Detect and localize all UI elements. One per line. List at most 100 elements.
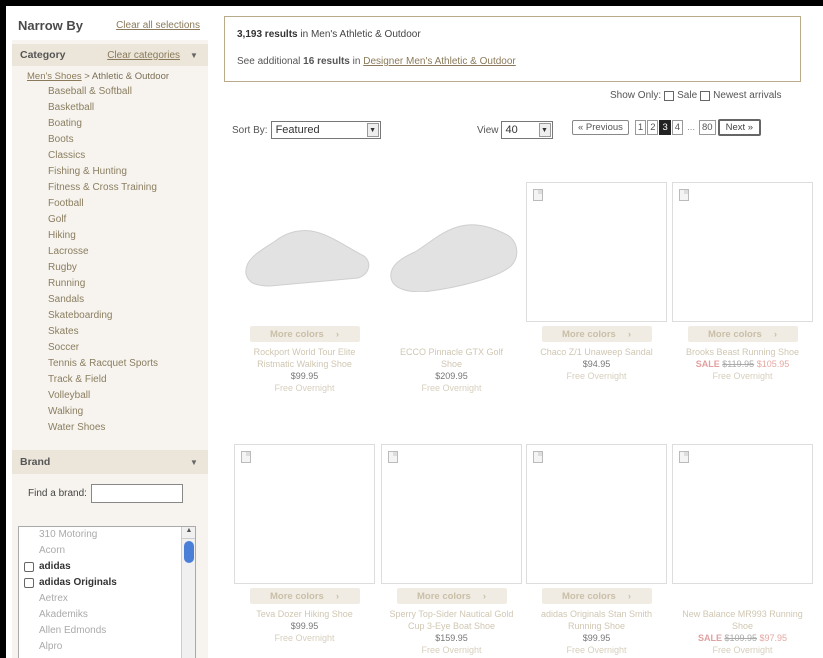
product-name-link[interactable]: New Balance MR993 Running Shoe <box>672 608 813 632</box>
product-image[interactable] <box>381 444 522 584</box>
results-summary: 3,193 results in Men's Athletic & Outdoo… <box>224 16 801 82</box>
newest-arrivals-label: Newest arrivals <box>713 90 782 101</box>
brand-title: Brand <box>20 456 51 468</box>
brand-item[interactable]: 310 Motoring <box>19 527 195 543</box>
brand-header: Brand ▼ <box>12 450 208 474</box>
clear-categories-link[interactable]: Clear categories <box>107 50 180 61</box>
page-number-button[interactable]: 4 <box>671 120 684 135</box>
page-number-button[interactable]: 3 <box>659 120 671 135</box>
sort-by-select[interactable]: Featured ▼ <box>270 121 381 139</box>
category-item[interactable]: Football <box>48 196 208 212</box>
product-card: ECCO Pinnacle GTX Golf Shoe $209.95 Free O… <box>381 182 522 394</box>
product-image[interactable] <box>672 182 813 322</box>
brand-item[interactable]: adidas <box>19 559 195 575</box>
product-image[interactable] <box>234 182 375 322</box>
brand-collapse-icon[interactable]: ▼ <box>188 456 200 468</box>
category-item[interactable]: Fishing & Hunting <box>48 164 208 180</box>
broken-image-icon <box>679 189 689 201</box>
previous-page-button[interactable]: « Previous <box>572 120 629 135</box>
category-item[interactable]: Boots <box>48 132 208 148</box>
category-item[interactable]: Skateboarding <box>48 308 208 324</box>
category-item[interactable]: Running <box>48 276 208 292</box>
product-name-link[interactable]: Teva Dozer Hiking Shoe <box>234 608 375 620</box>
product-image[interactable] <box>672 444 813 584</box>
breadcrumb-mens-shoes-link[interactable]: Men's Shoes <box>27 71 82 82</box>
brand-item[interactable]: adidas Originals <box>19 575 195 591</box>
product-name-link[interactable]: Sperry Top-Sider Nautical Gold Cup 3-Eye… <box>381 608 522 632</box>
shipping-note: Free Overnight <box>712 371 773 381</box>
category-breadcrumb: Men's Shoes > Athletic & Outdoor <box>12 66 208 84</box>
brand-label: Akademiks <box>39 609 88 620</box>
product-name-link[interactable]: adidas Originals Stan Smith Running Shoe <box>526 608 667 632</box>
category-item[interactable]: Lacrosse <box>48 244 208 260</box>
category-item[interactable]: Walking <box>48 404 208 420</box>
product-name-link[interactable]: ECCO Pinnacle GTX Golf Shoe <box>381 346 522 370</box>
view-select[interactable]: 40 ▼ <box>500 121 553 139</box>
more-colors-button[interactable]: More colors › <box>249 326 360 342</box>
product-image[interactable] <box>234 444 375 584</box>
brand-checkbox[interactable] <box>24 562 34 572</box>
category-item[interactable]: Hiking <box>48 228 208 244</box>
page-number-button[interactable]: 2 <box>647 120 659 135</box>
more-colors-button[interactable]: More colors › <box>541 588 652 604</box>
sale-price: $105.95 <box>756 359 790 369</box>
shoe-image[interactable] <box>387 212 519 292</box>
category-item[interactable]: Water Shoes <box>48 420 208 436</box>
product-name-link[interactable]: Chaco Z/1 Unaweep Sandal <box>526 346 667 358</box>
category-item[interactable]: Rugby <box>48 260 208 276</box>
shoe-image[interactable] <box>240 212 372 292</box>
brand-item[interactable]: Aetrex <box>19 591 195 607</box>
brand-checkbox[interactable] <box>24 578 34 588</box>
next-page-button[interactable]: Next » <box>717 119 762 136</box>
more-colors-button[interactable]: More colors › <box>249 588 360 604</box>
sale-checkbox[interactable] <box>664 90 675 101</box>
category-collapse-icon[interactable]: ▼ <box>188 49 200 61</box>
category-item[interactable]: Volleyball <box>48 388 208 404</box>
brand-item[interactable]: Acorn <box>19 543 195 559</box>
category-item[interactable]: Sandals <box>48 292 208 308</box>
product-image[interactable] <box>381 182 522 322</box>
category-item[interactable]: Basketball <box>48 100 208 116</box>
chevron-right-icon: › <box>627 590 632 602</box>
last-page-button[interactable]: 80 <box>699 120 716 135</box>
scroll-thumb[interactable] <box>184 541 194 563</box>
product-price: $94.95 <box>582 359 611 369</box>
category-item[interactable]: Boating <box>48 116 208 132</box>
brand-item[interactable]: Alpro <box>19 639 195 655</box>
more-colors-button[interactable]: More colors › <box>687 326 798 342</box>
product-name-link[interactable]: Rockport World Tour Elite Ristmatic Walk… <box>234 346 375 370</box>
broken-image-icon <box>533 189 543 201</box>
category-item[interactable]: Track & Field <box>48 372 208 388</box>
category-item[interactable]: Baseball & Softball <box>48 84 208 100</box>
page-number-button[interactable]: 1 <box>634 120 647 135</box>
page: Narrow By Clear all selections Category … <box>6 6 823 658</box>
category-item[interactable]: Fitness & Cross Training <box>48 180 208 196</box>
more-colors-button[interactable]: More colors › <box>541 326 652 342</box>
brand-item[interactable]: Allen Edmonds <box>19 623 195 639</box>
product-card: More colors › Teva Dozer Hiking Shoe $99.95… <box>234 444 375 644</box>
more-colors-button[interactable]: More colors › <box>396 588 507 604</box>
view-label: View <box>477 124 499 136</box>
brand-item[interactable]: Akademiks <box>19 607 195 623</box>
category-item[interactable]: Soccer <box>48 340 208 356</box>
category-item[interactable]: Tennis & Racquet Sports <box>48 356 208 372</box>
view-dropdown-arrow-icon[interactable]: ▼ <box>538 123 551 137</box>
product-name-link[interactable]: Brooks Beast Running Shoe <box>672 346 813 358</box>
scroll-up-icon[interactable]: ▲ <box>182 527 195 539</box>
shipping-note: Free Overnight <box>274 633 335 643</box>
broken-image-icon <box>241 451 251 463</box>
brand-list-box[interactable]: 310 Motoring Acorn adidas adidas Originals A… <box>18 526 196 658</box>
product-image[interactable] <box>526 444 667 584</box>
category-item[interactable]: Skates <box>48 324 208 340</box>
category-item[interactable]: Golf <box>48 212 208 228</box>
brand-list-scrollbar[interactable]: ▲ <box>181 527 195 658</box>
category-title: Category <box>20 49 66 61</box>
clear-all-selections-link[interactable]: Clear all selections <box>116 20 200 31</box>
category-item[interactable]: Classics <box>48 148 208 164</box>
find-brand-input[interactable] <box>90 484 183 503</box>
product-image[interactable] <box>526 182 667 322</box>
newest-arrivals-checkbox[interactable] <box>700 90 711 101</box>
sort-dropdown-arrow-icon[interactable]: ▼ <box>366 123 379 137</box>
brand-label: adidas Originals <box>39 577 117 588</box>
designer-athletic-link[interactable]: Designer Men's Athletic & Outdoor <box>363 56 516 67</box>
